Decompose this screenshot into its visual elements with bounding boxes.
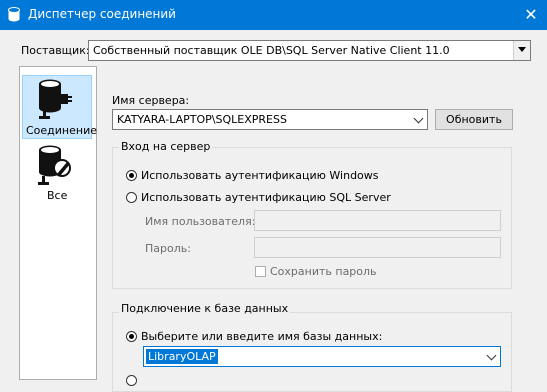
refresh-button[interactable]: Обновить xyxy=(435,109,513,130)
sql-auth-label[interactable]: Использовать аутентификацию SQL Server xyxy=(141,191,391,204)
database-name-combo[interactable]: LibraryOLAP xyxy=(143,346,501,367)
database-plug-icon xyxy=(39,79,72,119)
chevron-down-icon[interactable] xyxy=(486,350,497,361)
chevron-down-icon[interactable] xyxy=(413,113,424,124)
select-database-label[interactable]: Выберите или введите имя базы данных: xyxy=(141,330,382,343)
save-password-checkbox[interactable] xyxy=(255,266,266,277)
server-name-value: KATYARA-LAPTOP\SQLEXPRESS xyxy=(117,113,287,126)
windows-auth-label[interactable]: Использовать аутентификацию Windows xyxy=(141,169,379,182)
nav-label-connection: Соединение xyxy=(26,124,98,137)
database-name-value: LibraryOLAP xyxy=(146,349,218,364)
save-password-label[interactable]: Сохранить пароль xyxy=(270,265,377,278)
password-label: Пароль: xyxy=(145,242,191,255)
login-group-title: Вход на сервер xyxy=(119,140,213,153)
provider-dropdown-button[interactable] xyxy=(513,41,530,60)
chevron-down-icon xyxy=(518,47,526,52)
attach-database-radio[interactable] xyxy=(126,375,137,386)
provider-select[interactable]: Собственный поставщик OLE DB\SQL Server … xyxy=(88,40,531,61)
password-field[interactable] xyxy=(254,237,501,258)
windows-auth-radio[interactable] xyxy=(126,170,137,181)
window-title: Диспетчер соединений xyxy=(28,7,176,21)
server-name-label: Имя сервера: xyxy=(112,94,190,107)
server-name-combo[interactable]: KATYARA-LAPTOP\SQLEXPRESS xyxy=(112,109,428,130)
close-button[interactable]: ✕ xyxy=(518,4,544,26)
sql-auth-radio[interactable] xyxy=(126,192,137,203)
nav-label-all: Все xyxy=(47,189,68,202)
database-wrench-icon xyxy=(38,145,71,185)
provider-label: Поставщик: xyxy=(21,44,90,57)
provider-value: Собственный поставщик OLE DB\SQL Server … xyxy=(93,44,450,57)
database-group-title: Подключение к базе данных xyxy=(119,302,291,315)
username-field[interactable] xyxy=(254,210,501,231)
database-icon xyxy=(8,7,20,22)
radio-dot xyxy=(129,173,134,178)
select-database-radio[interactable] xyxy=(126,331,137,342)
radio-dot xyxy=(129,334,134,339)
username-label: Имя пользователя: xyxy=(145,215,256,228)
